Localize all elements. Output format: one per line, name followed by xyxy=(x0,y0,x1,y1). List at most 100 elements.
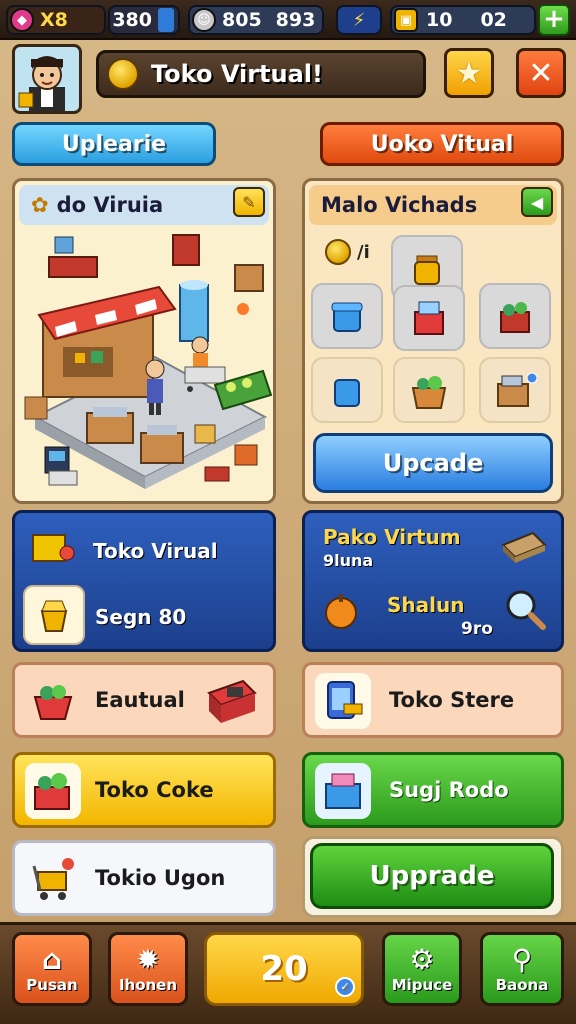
list-item-coke-label: Toko Coke xyxy=(95,778,214,802)
store-scene-header: ✿ do Viruia xyxy=(19,185,269,225)
items-upgrade-button[interactable]: Upcade xyxy=(313,433,553,493)
nav-home[interactable]: ⌂ Pusan xyxy=(12,932,92,1006)
phone-icon xyxy=(327,681,363,719)
nav-settings[interactable]: ✹ Ihonen xyxy=(108,932,188,1006)
search-icon: ⚲ xyxy=(511,943,533,976)
item-slot-blue-box[interactable] xyxy=(311,283,383,349)
blue-bucket-icon xyxy=(334,379,360,407)
shopkeeper-portrait xyxy=(18,56,65,111)
items-panel: Malo Vichads ◀ /i Upcade xyxy=(302,178,564,504)
boosts-counter[interactable]: ☺ 805 893 xyxy=(188,5,324,35)
phone-tile xyxy=(315,673,371,729)
honey-pot-icon xyxy=(40,600,68,632)
arcade-machine-icon xyxy=(207,679,257,723)
veggie-box-icon xyxy=(411,376,447,409)
energy-boost-button[interactable]: ⚡ xyxy=(336,5,382,35)
nav-search[interactable]: ⚲ Baona xyxy=(480,932,564,1006)
list-item-store-label: Toko Stere xyxy=(389,688,515,712)
produce-crate-tile xyxy=(25,763,81,819)
favorite-star-button[interactable]: ★ xyxy=(444,48,494,98)
avatar-face-icon: ☺ xyxy=(192,8,216,32)
close-icon: ✕ xyxy=(528,55,554,91)
tab-store[interactable]: Uoko Vitual xyxy=(320,122,564,166)
store-stats-card[interactable]: Toko Virual Segn 80 xyxy=(12,510,276,652)
store-stats-title: Toko Virual xyxy=(93,539,218,563)
nav-center-value: 20 xyxy=(260,949,308,989)
item-slot-blue-bucket[interactable] xyxy=(311,357,383,423)
cash-stack-icon xyxy=(499,523,549,567)
gear-icon: ⚙ xyxy=(409,943,435,976)
energy-value: 10 xyxy=(426,9,453,31)
crate-icon: ▣ xyxy=(394,8,418,32)
honey-jar-icon xyxy=(414,255,440,285)
gems-counter[interactable]: ◆ X8 xyxy=(6,5,106,35)
page-title: Toko Virtual! xyxy=(151,60,323,88)
upgrade-button[interactable]: Upprade xyxy=(310,843,554,909)
coins-counter[interactable]: 380 xyxy=(108,5,180,35)
shopping-basket-tile xyxy=(315,763,371,819)
store-scene-title: do Viruia xyxy=(56,193,164,217)
keys-value: 02 xyxy=(480,9,507,31)
item-slot-red-crate[interactable] xyxy=(393,285,465,351)
store-scene-panel: ✿ do Viruia ✎ xyxy=(12,178,276,504)
store-edit-button[interactable]: ✎ xyxy=(233,187,265,217)
coin-count-text: /i xyxy=(357,241,370,263)
produce-crate-icon xyxy=(500,302,530,333)
nav-gear[interactable]: ⚙ Mipuce xyxy=(382,932,462,1006)
shopping-cart-icon xyxy=(32,858,74,900)
list-item-ugon[interactable]: Tokio Ugon xyxy=(12,840,276,916)
honey-pot-tile xyxy=(23,585,85,645)
store-scene-icon: ✿ xyxy=(31,193,49,217)
shopping-cart-tile xyxy=(25,851,81,907)
trophies-value: 893 xyxy=(275,9,316,31)
items-panel-title: Malo Vichads xyxy=(321,193,478,217)
arrow-left-icon: ◀ xyxy=(530,192,544,212)
fruit-basket-icon xyxy=(33,685,73,720)
gem-icon: ◆ xyxy=(10,8,34,32)
list-item-rodo[interactable]: Sugj Rodo xyxy=(302,752,564,828)
shop-info-item: Shalun xyxy=(387,593,465,617)
item-slot-veggie-box[interactable] xyxy=(393,357,465,423)
coin-count-label: /i xyxy=(325,239,370,265)
gems-value: X8 xyxy=(40,9,68,31)
magnifier-icon[interactable] xyxy=(503,587,547,631)
close-button[interactable]: ✕ xyxy=(516,48,566,98)
item-slot-produce-crate[interactable] xyxy=(479,283,551,349)
list-item-virtual-label: Eautual xyxy=(95,688,185,712)
check-badge-icon: ✓ xyxy=(335,977,355,997)
add-resources-button[interactable]: + xyxy=(538,4,570,36)
list-item-ugon-label: Tokio Ugon xyxy=(95,866,226,890)
resource-bar: ◆ X8 380 ☺ 805 893 ⚡ ▣ 10 02 + xyxy=(0,0,576,40)
player-avatar[interactable] xyxy=(12,44,82,114)
cash-register-icon xyxy=(497,372,538,407)
list-item-virtual[interactable]: Eautual xyxy=(12,662,276,738)
item-slot-register[interactable] xyxy=(479,357,551,423)
nav-search-label: Baona xyxy=(495,976,549,994)
gold-coin-icon xyxy=(107,58,139,90)
isometric-shop-scene[interactable] xyxy=(15,227,273,501)
items-panel-header: Malo Vichads xyxy=(309,185,557,225)
list-item-coke[interactable]: Toko Coke xyxy=(12,752,276,828)
shop-info-card[interactable]: Pako Virtum 9luna Shalun 9ro xyxy=(302,510,564,652)
list-item-store[interactable]: Toko Stere xyxy=(302,662,564,738)
energy-counter[interactable]: ▣ 10 02 xyxy=(390,5,536,35)
blue-bin-icon xyxy=(331,302,363,332)
red-crate-icon xyxy=(414,301,444,335)
shop-info-subtitle: 9luna xyxy=(323,551,374,570)
store-title-bar: Toko Virtual! xyxy=(96,50,426,98)
nav-home-label: Pusan xyxy=(26,976,78,994)
tab-upgrade[interactable]: Uplearie xyxy=(12,122,216,166)
store-stats-value: Segn 80 xyxy=(95,605,187,629)
lightning-icon: ⚡ xyxy=(352,9,366,31)
shopping-basket-icon xyxy=(325,773,361,809)
nav-center-coins[interactable]: 20 ✓ xyxy=(204,932,364,1006)
gold-coin-icon xyxy=(325,239,351,265)
coin-bar-icon xyxy=(158,8,174,32)
gold-box-icon xyxy=(29,527,75,567)
boosts-value: 805 xyxy=(222,9,262,31)
nav-settings-label: Ihonen xyxy=(118,976,178,994)
items-next-button[interactable]: ◀ xyxy=(521,187,553,217)
home-icon: ⌂ xyxy=(41,943,63,976)
fruit-basket-tile xyxy=(25,673,81,729)
shop-info-title: Pako Virtum xyxy=(323,525,461,549)
